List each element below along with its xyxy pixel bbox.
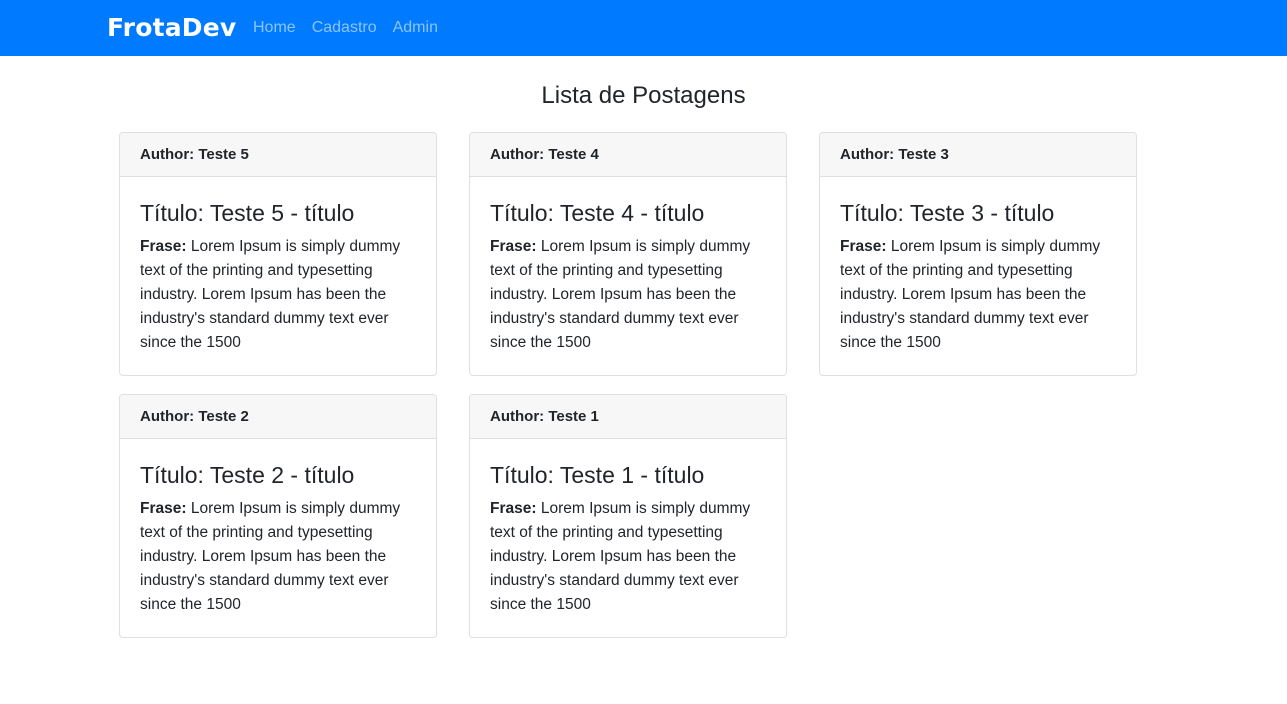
nav-links: Home Cadastro Admin (253, 18, 438, 38)
card-body: Título: Teste 4 - título Frase: Lorem Ip… (470, 177, 786, 355)
phrase-label: Frase: (840, 238, 887, 255)
card-text: Frase: Lorem Ipsum is simply dummy text … (140, 235, 416, 355)
card-title: Título: Teste 4 - título (490, 200, 705, 226)
card-text: Frase: Lorem Ipsum is simply dummy text … (490, 235, 766, 355)
post-card: Author: Teste 4 Título: Teste 4 - título… (469, 132, 787, 376)
nav-link-admin[interactable]: Admin (393, 18, 438, 38)
card-header-author: Author: Teste 5 (120, 133, 436, 177)
post-card: Author: Teste 3 Título: Teste 3 - título… (819, 132, 1137, 376)
post-card: Author: Teste 5 Título: Teste 5 - título… (119, 132, 437, 376)
card-header-author: Author: Teste 1 (470, 395, 786, 439)
phrase-label: Frase: (140, 500, 187, 517)
card-title: Título: Teste 3 - título (840, 200, 1055, 226)
post-card: Author: Teste 2 Título: Teste 2 - título… (119, 394, 437, 638)
card-body: Título: Teste 1 - título Frase: Lorem Ip… (470, 439, 786, 617)
nav-link-cadastro[interactable]: Cadastro (312, 18, 377, 38)
phrase-label: Frase: (490, 500, 537, 517)
card-body: Título: Teste 2 - título Frase: Lorem Ip… (120, 439, 436, 617)
phrase-label: Frase: (140, 238, 187, 255)
navbar: FrotaDev Home Cadastro Admin (0, 0, 1287, 56)
card-title: Título: Teste 2 - título (140, 462, 355, 488)
card-text: Frase: Lorem Ipsum is simply dummy text … (490, 497, 766, 617)
phrase-label: Frase: (490, 238, 537, 255)
card-text: Frase: Lorem Ipsum is simply dummy text … (840, 235, 1116, 355)
brand-logo[interactable]: FrotaDev (107, 10, 236, 46)
card-title: Título: Teste 1 - título (490, 462, 705, 488)
card-header-author: Author: Teste 4 (470, 133, 786, 177)
card-body: Título: Teste 3 - título Frase: Lorem Ip… (820, 177, 1136, 355)
post-card: Author: Teste 1 Título: Teste 1 - título… (469, 394, 787, 638)
card-header-author: Author: Teste 3 (820, 133, 1136, 177)
card-text: Frase: Lorem Ipsum is simply dummy text … (140, 497, 416, 617)
card-title: Título: Teste 5 - título (140, 200, 355, 226)
card-header-author: Author: Teste 2 (120, 395, 436, 439)
card-body: Título: Teste 5 - título Frase: Lorem Ip… (120, 177, 436, 355)
page-title: Lista de Postagens (541, 82, 746, 109)
nav-link-home[interactable]: Home (253, 18, 296, 38)
